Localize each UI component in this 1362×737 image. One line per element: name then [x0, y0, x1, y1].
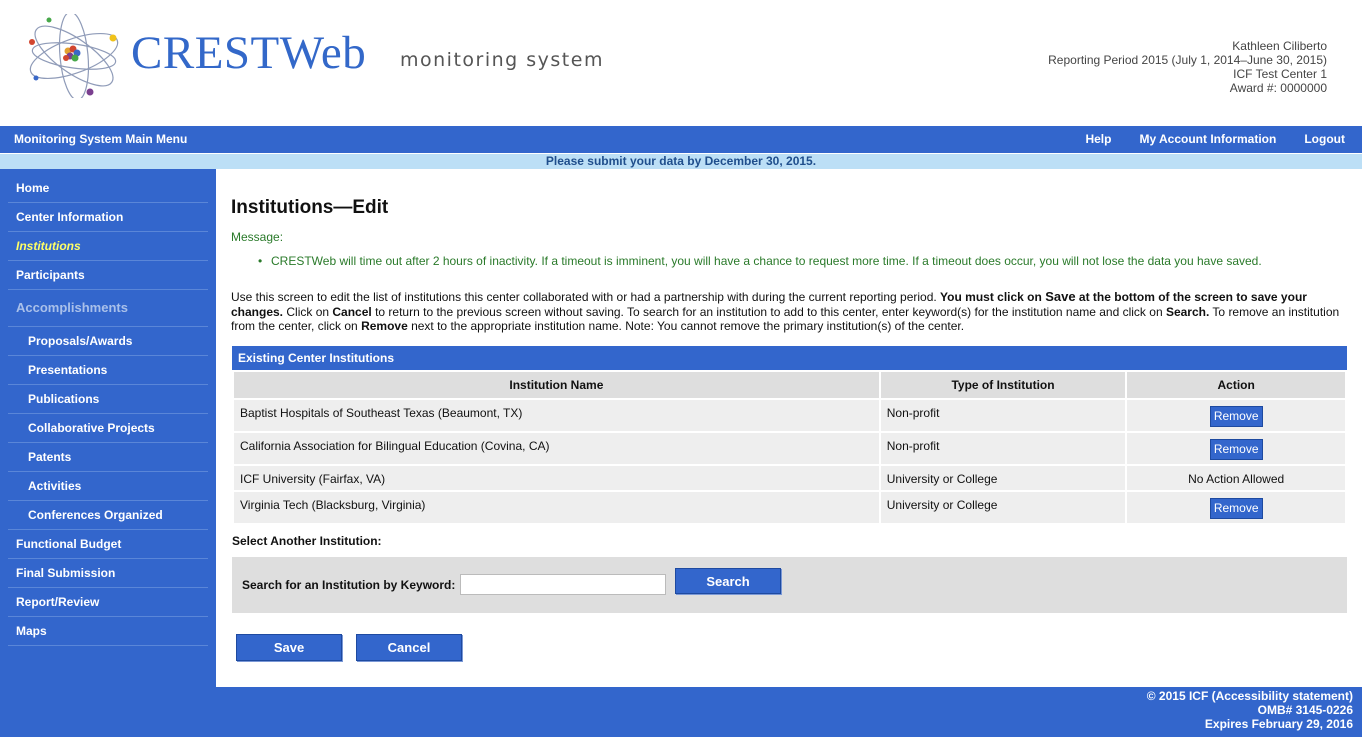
logo-text: CRESTWeb — [131, 27, 367, 79]
sidebar-item-conferences-organized[interactable]: Conferences Organized — [8, 501, 208, 530]
remove-button[interactable]: Remove — [1209, 439, 1263, 460]
sidebar-item-activities[interactable]: Activities — [8, 472, 208, 501]
action-cell: Remove — [1127, 492, 1345, 523]
institution-type-cell: University or College — [880, 492, 1126, 523]
sidebar-item-participants[interactable]: Participants — [8, 261, 208, 290]
institution-type-cell: Non-profit — [880, 400, 1126, 431]
sidebar-item-report-review[interactable]: Report/Review — [8, 588, 208, 617]
sidebar: Home Center Information Institutions Par… — [0, 169, 216, 687]
sidebar-item-final-submission[interactable]: Final Submission — [8, 559, 208, 588]
sidebar-item-presentations[interactable]: Presentations — [8, 356, 208, 385]
column-header-type: Type of Institution — [880, 372, 1126, 398]
page-title: Institutions—Edit — [231, 197, 389, 218]
table-row: California Association for Bilingual Edu… — [234, 433, 1345, 464]
action-cell: Remove — [1127, 400, 1345, 431]
no-action-allowed-text: No Action Allowed — [1127, 466, 1345, 490]
sidebar-heading-accomplishments: Accomplishments — [8, 290, 208, 327]
column-header-action: Action — [1127, 372, 1345, 398]
instructions-text: Use this screen to edit the list of inst… — [231, 289, 1341, 334]
top-right-links: Help My Account Information Logout — [1057, 132, 1345, 146]
select-another-institution-label: Select Another Institution: — [232, 534, 382, 548]
search-panel: Search for an Institution by Keyword: Se… — [232, 557, 1347, 613]
message-bullet: • — [258, 254, 263, 268]
institution-name-cell: Virginia Tech (Blacksburg, Virginia) — [234, 492, 879, 523]
institution-type-cell: Non-profit — [880, 433, 1126, 464]
institution-type-cell: University or College — [880, 466, 1126, 490]
logo-tagline: monitoring system — [400, 49, 604, 71]
sidebar-item-home[interactable]: Home — [8, 174, 208, 203]
sidebar-item-center-information[interactable]: Center Information — [8, 203, 208, 232]
main-menu-link[interactable]: Monitoring System Main Menu — [14, 132, 187, 146]
instructions-part: to return to the previous screen without… — [371, 304, 1166, 319]
atom-logo-icon — [29, 14, 119, 98]
user-info: Kathleen Ciliberto Reporting Period 2015… — [1048, 39, 1327, 95]
search-button[interactable]: Search — [675, 568, 781, 594]
cancel-button[interactable]: Cancel — [356, 634, 462, 661]
submission-notice: Please submit your data by December 30, … — [0, 153, 1362, 169]
help-link[interactable]: Help — [1085, 132, 1111, 146]
sidebar-item-maps[interactable]: Maps — [8, 617, 208, 646]
table-row: Virginia Tech (Blacksburg, Virginia) Uni… — [234, 492, 1345, 523]
sidebar-item-collaborative-projects[interactable]: Collaborative Projects — [8, 414, 208, 443]
logout-link[interactable]: Logout — [1304, 132, 1345, 146]
instructions-bold: Remove — [361, 319, 408, 333]
sidebar-item-publications[interactable]: Publications — [8, 385, 208, 414]
action-cell: Remove — [1127, 433, 1345, 464]
table-row: Baptist Hospitals of Southeast Texas (Be… — [234, 400, 1345, 431]
instructions-part: Click on — [283, 304, 333, 319]
table-row: ICF University (Fairfax, VA) University … — [234, 466, 1345, 490]
table-header-row: Institution Name Type of Institution Act… — [234, 372, 1345, 398]
message-label: Message: — [231, 230, 284, 244]
column-header-institution-name: Institution Name — [234, 372, 879, 398]
instructions-part: Use this screen to edit the list of inst… — [231, 290, 941, 304]
user-name: Kathleen Ciliberto — [1232, 39, 1327, 53]
instructions-bold: Save — [1045, 289, 1076, 304]
my-account-link[interactable]: My Account Information — [1139, 132, 1276, 146]
center-name: ICF Test Center 1 — [1233, 67, 1327, 81]
footer: © 2015 ICF (Accessibility statement) OMB… — [0, 687, 1362, 737]
institutions-table: Institution Name Type of Institution Act… — [232, 370, 1347, 525]
institution-name-cell: Baptist Hospitals of Southeast Texas (Be… — [234, 400, 879, 431]
sidebar-item-patents[interactable]: Patents — [8, 443, 208, 472]
top-navigation-bar: Monitoring System Main Menu Help My Acco… — [0, 126, 1362, 153]
header: CRESTWeb monitoring system Kathleen Cili… — [0, 0, 1362, 126]
sidebar-item-proposals-awards[interactable]: Proposals/Awards — [8, 327, 208, 356]
search-keyword-input[interactable] — [460, 574, 666, 595]
remove-button[interactable]: Remove — [1209, 406, 1263, 427]
instructions-part: next to the appropriate institution name… — [407, 319, 965, 333]
instructions-bold: You must click on — [940, 290, 1046, 304]
sidebar-item-functional-budget[interactable]: Functional Budget — [8, 530, 208, 559]
sidebar-item-institutions[interactable]: Institutions — [8, 232, 208, 261]
instructions-bold: Search. — [1165, 304, 1210, 319]
award-number: Award #: 0000000 — [1229, 81, 1327, 95]
institution-name-cell: ICF University (Fairfax, VA) — [234, 466, 879, 490]
institution-name-cell: California Association for Bilingual Edu… — [234, 433, 879, 464]
footer-expires: Expires February 29, 2016 — [1204, 717, 1353, 731]
table-caption: Existing Center Institutions — [232, 346, 1347, 370]
remove-button[interactable]: Remove — [1209, 498, 1263, 519]
footer-copyright[interactable]: © 2015 ICF (Accessibility statement) — [0, 689, 1353, 703]
instructions-bold: Cancel — [332, 304, 372, 319]
search-keyword-label: Search for an Institution by Keyword: — [242, 578, 456, 592]
reporting-period: Reporting Period 2015 (July 1, 2014–June… — [1048, 53, 1327, 67]
timeout-message: CRESTWeb will time out after 2 hours of … — [271, 254, 1262, 268]
save-button[interactable]: Save — [236, 634, 342, 661]
footer-omb: OMB# 3145-0226 — [1257, 703, 1353, 717]
